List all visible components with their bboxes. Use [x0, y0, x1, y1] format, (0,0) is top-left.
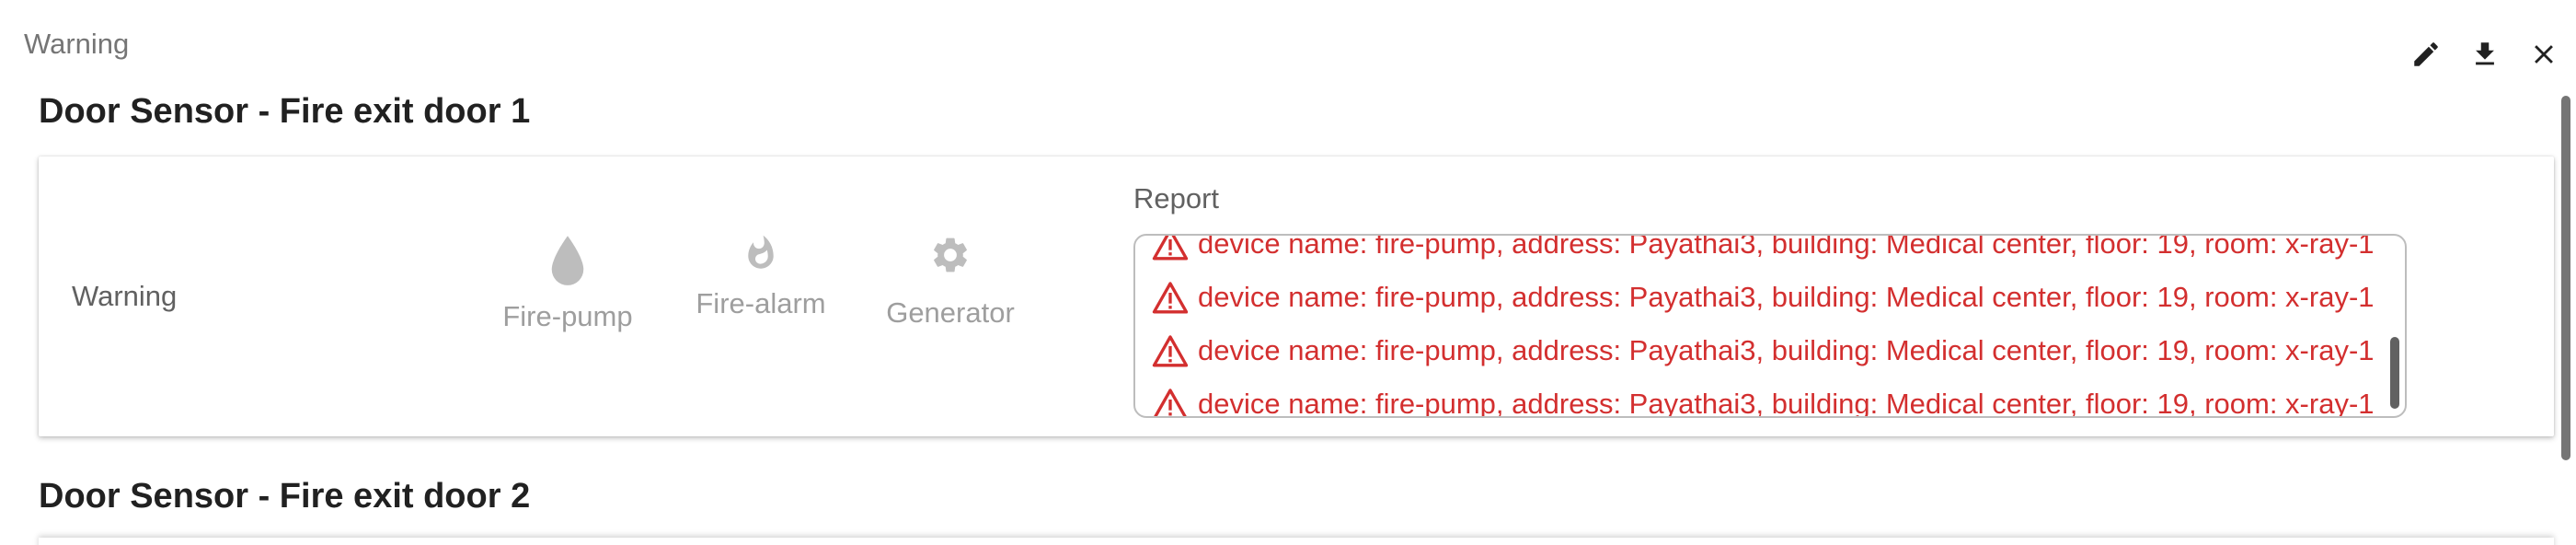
report-item: device name: fire-pump, address: Payatha… [1152, 271, 2383, 324]
section-title: Door Sensor - Fire exit door 2 [39, 477, 531, 516]
fire-icon [748, 235, 774, 269]
report-item: device name: fire-pump, address: Payatha… [1152, 234, 2383, 271]
water-drop-icon [551, 236, 584, 285]
device-label: Generator [886, 296, 1015, 329]
pencil-icon [2414, 42, 2438, 66]
report-item: device name: fire-pump, address: Payatha… [1152, 324, 2383, 377]
edit-button[interactable] [2405, 33, 2447, 75]
warning-triangle-icon [1152, 236, 1189, 261]
report-item: device name: fire-pump, address: Payatha… [1152, 377, 2383, 418]
widget-title: Warning [24, 28, 130, 60]
device-fire-alarm[interactable]: Fire-alarm [673, 234, 848, 320]
widget-toolbar [2405, 33, 2565, 75]
report-item-text: device name: fire-pump, address: Payatha… [1198, 334, 2375, 366]
report-item-text: device name: fire-pump, address: Payatha… [1198, 234, 2375, 260]
download-icon [2476, 42, 2494, 65]
download-button[interactable] [2464, 33, 2506, 75]
report-label: Report [1133, 182, 1220, 215]
section-title: Door Sensor - Fire exit door 1 [39, 92, 531, 131]
widget-scrollbar[interactable] [2561, 96, 2570, 460]
warning-widget: Warning Door Sensor - Fire exit door 1 W… [0, 0, 2576, 545]
device-label: Fire-pump [502, 300, 633, 332]
warning-triangle-icon [1152, 282, 1189, 314]
device-generator[interactable]: Generator [863, 234, 1038, 330]
device-label: Fire-alarm [696, 287, 826, 319]
sensor-card [39, 538, 2554, 545]
close-button[interactable] [2523, 33, 2565, 75]
status-label: Warning [72, 280, 178, 312]
report-list: device name: fire-pump, address: Payatha… [1152, 234, 2383, 418]
sensor-card: Warning Fire-pump Fire-alarm Generator R… [39, 157, 2554, 436]
close-icon [2535, 45, 2553, 64]
warning-triangle-icon [1152, 335, 1189, 367]
report-item-text: device name: fire-pump, address: Payatha… [1198, 388, 2375, 418]
device-fire-pump[interactable]: Fire-pump [480, 234, 655, 333]
report-scrollbar[interactable] [2390, 337, 2399, 409]
report-list-box[interactable]: device name: fire-pump, address: Payatha… [1133, 234, 2407, 418]
gear-icon [934, 238, 967, 272]
report-item-text: device name: fire-pump, address: Payatha… [1198, 281, 2375, 313]
warning-triangle-icon [1154, 388, 1187, 416]
